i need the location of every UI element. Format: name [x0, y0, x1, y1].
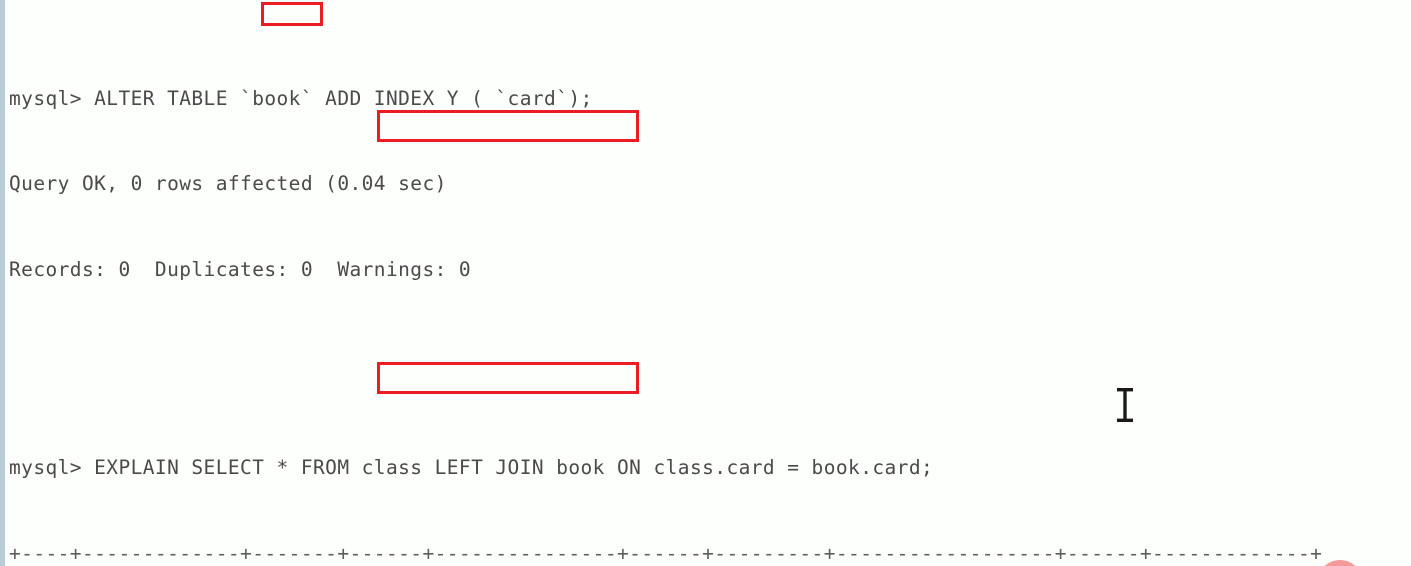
explain-1-command: mysql> EXPLAIN SELECT * FROM class LEFT …	[9, 456, 934, 480]
terminal-window[interactable]: mysql> ALTER TABLE `book` ADD INDEX Y ( …	[0, 0, 1411, 566]
terminal-output: mysql> ALTER TABLE `book` ADD INDEX Y ( …	[9, 0, 1334, 566]
alter-table-command: mysql> ALTER TABLE `book` ADD INDEX Y ( …	[9, 87, 593, 111]
alter-records-status: Records: 0 Duplicates: 0 Warnings: 0	[9, 257, 472, 281]
explain-1-top-rule: +----+-------------+-------+------+-----…	[9, 541, 1323, 565]
alter-query-ok-status: Query OK, 0 rows affected (0.04 sec)	[9, 172, 447, 196]
